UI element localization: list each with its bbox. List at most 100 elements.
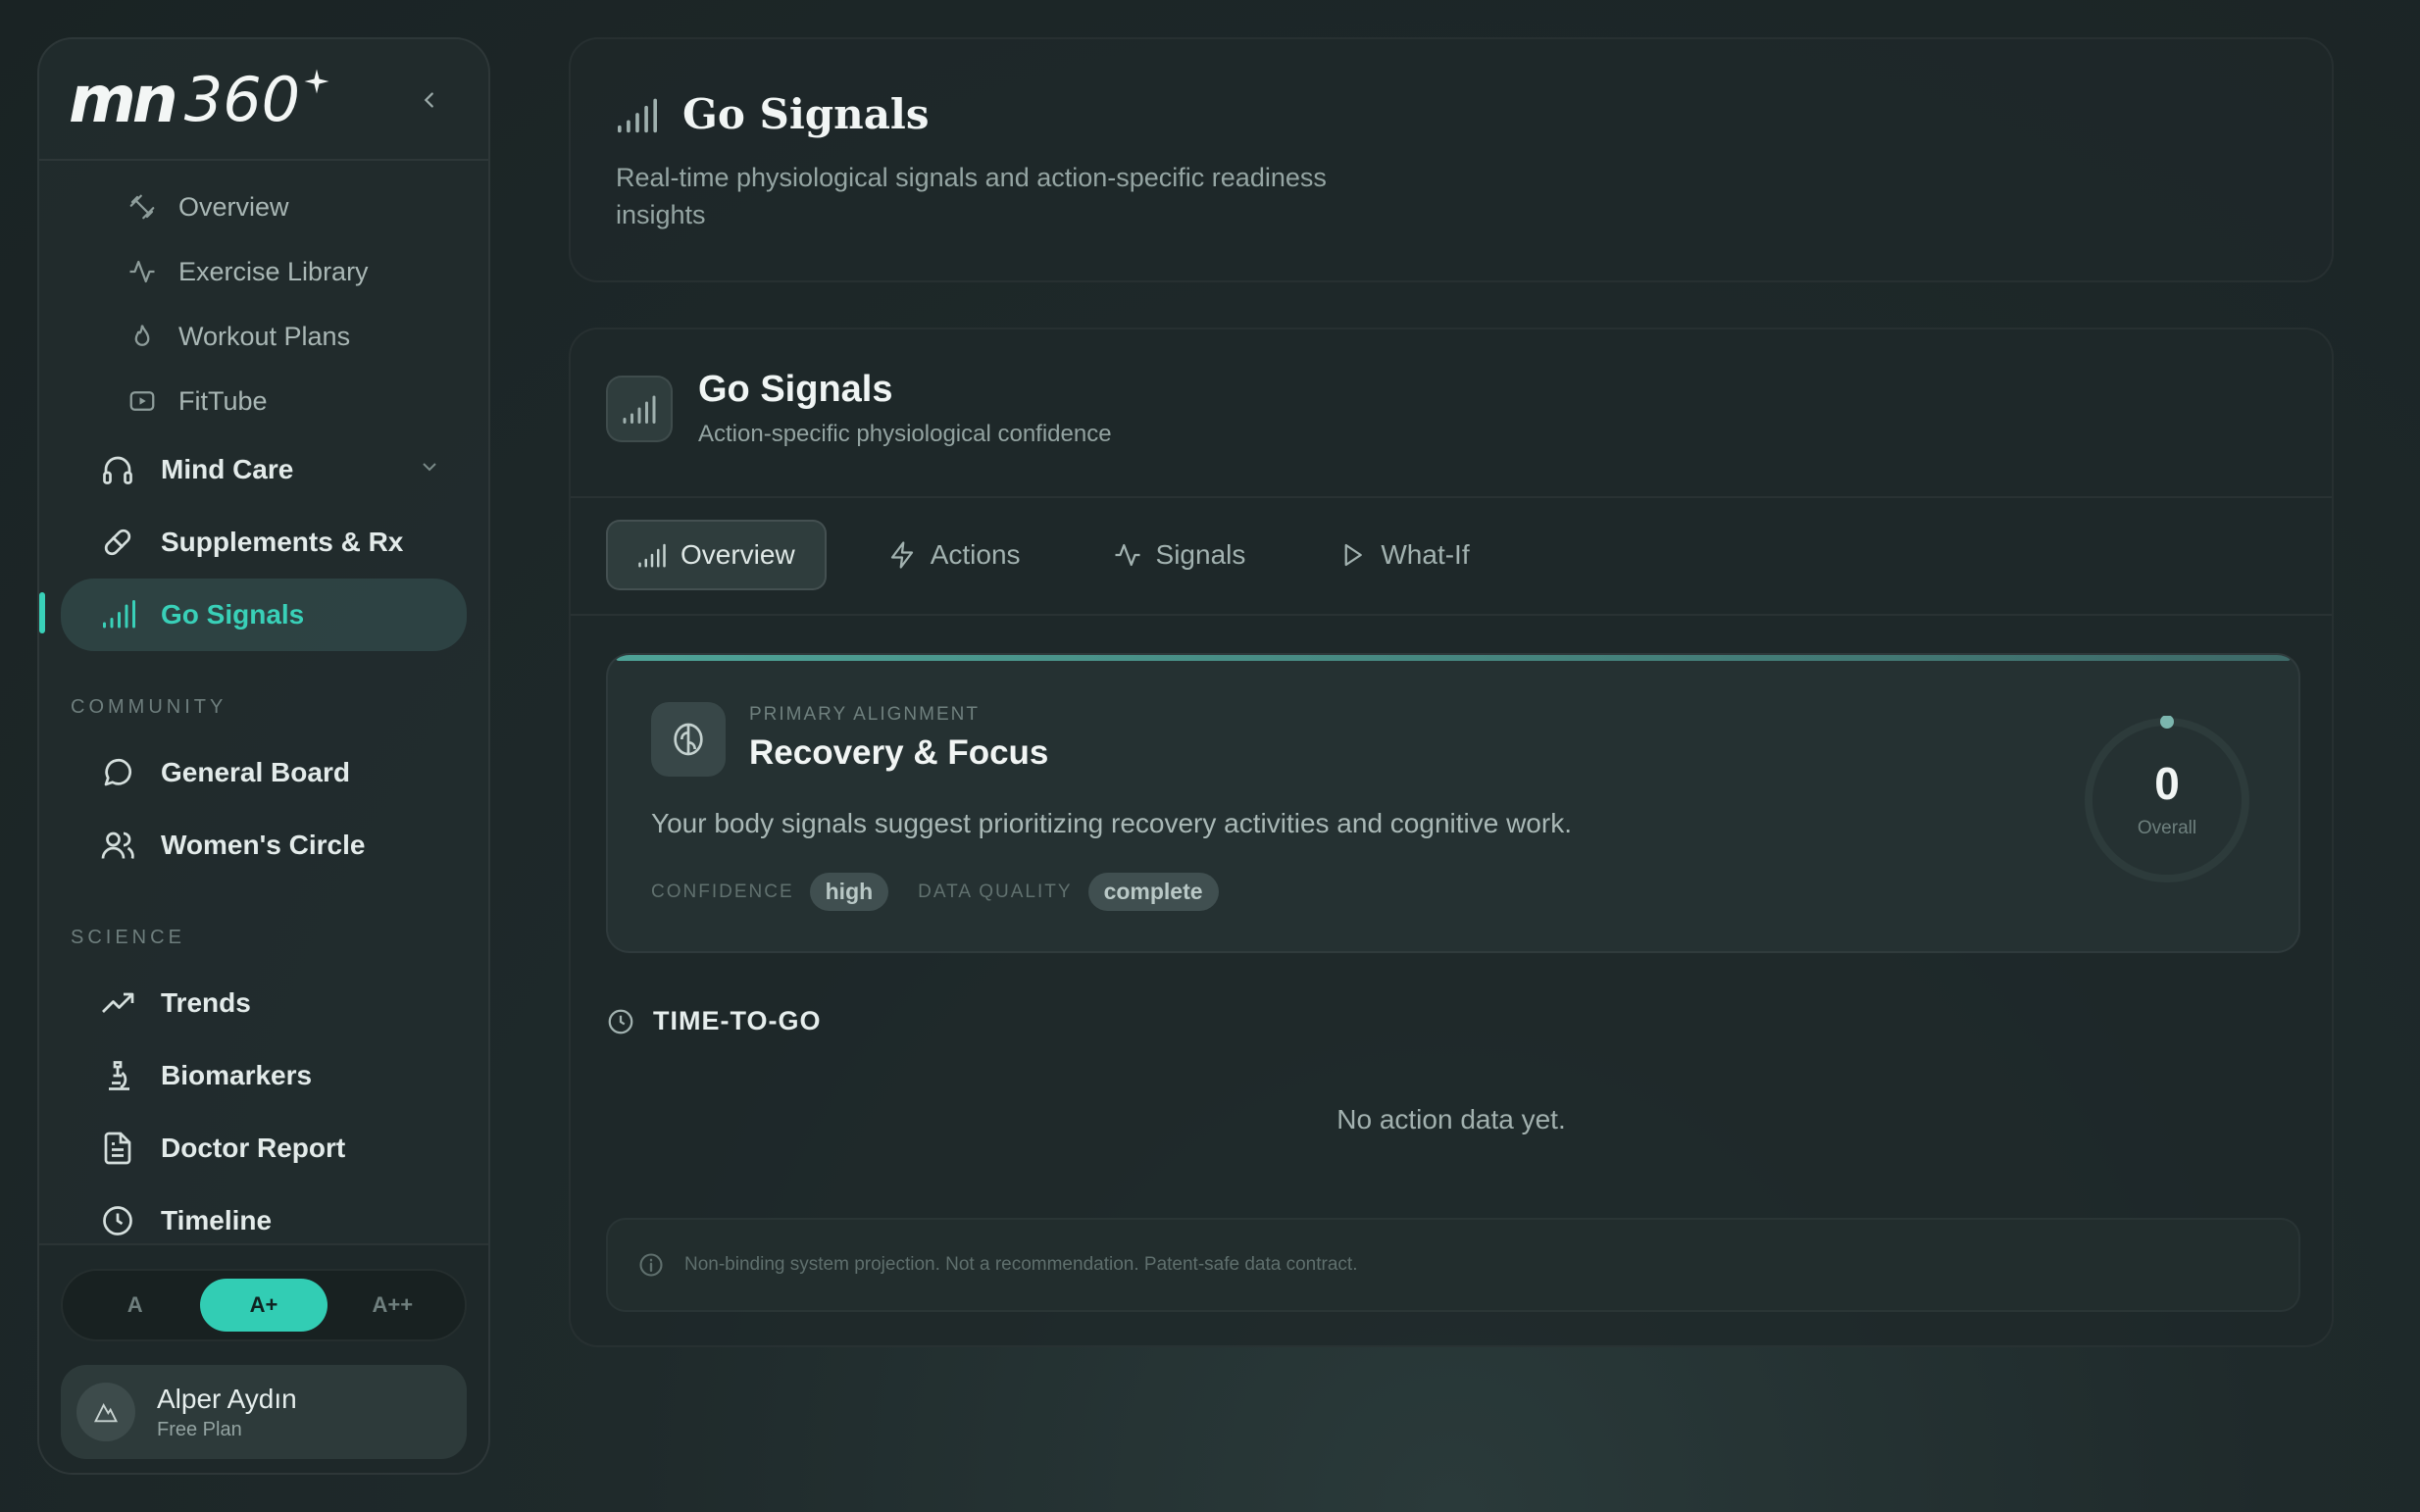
info-icon (639, 1253, 663, 1277)
sidebar-item-label: General Board (161, 757, 350, 787)
text-size-a-plus[interactable]: A+ (199, 1279, 328, 1332)
confidence-badge: high (809, 873, 889, 911)
flame-icon (134, 325, 150, 346)
page-title: Go Signals (682, 90, 930, 138)
brain-icon-box (651, 702, 726, 777)
alignment-label: PRIMARY ALIGNMENT (749, 704, 980, 725)
overall-score-label: Overall (2137, 818, 2197, 838)
sidebar-item-label: Trends (161, 987, 251, 1018)
sidebar-item-label: Timeline (161, 1205, 273, 1235)
logo-mn: mn (69, 61, 178, 137)
microscope-icon (109, 1061, 129, 1090)
sidebar-item-overview[interactable]: Overview (39, 175, 488, 239)
sidebar-item-label: FitTube (178, 385, 268, 416)
sidebar-header: mn 360 (39, 39, 488, 161)
signal-icon (617, 98, 657, 132)
tab-label: Signals (1155, 539, 1246, 570)
sidebar-item-doctor-report[interactable]: Doctor Report (61, 1112, 467, 1184)
go-signals-panel: Go Signals Action-specific physiological… (569, 328, 2334, 1347)
user-plan: Free Plan (157, 1418, 242, 1440)
disclaimer-text: Non-binding system projection. Not a rec… (684, 1254, 1358, 1275)
time-to-go-heading: TIME-TO-GO (606, 1006, 822, 1036)
sidebar-footer: A A+ A++ Alper Aydın Free Plan (39, 1243, 488, 1473)
page-title-row: Go Signals (616, 90, 930, 138)
tab-label: Overview (681, 539, 795, 570)
sidebar-item-label: Mind Care (161, 454, 294, 484)
text-size-a-plus-plus[interactable]: A++ (328, 1279, 456, 1332)
logo-360: 360 (183, 63, 301, 135)
clock-icon (103, 1206, 132, 1235)
alignment-title: Recovery & Focus (749, 733, 1049, 772)
data-quality-badge: complete (1087, 873, 1219, 911)
user-name: Alper Aydın (157, 1383, 297, 1414)
mountain-icon (93, 1403, 119, 1423)
dumbbell-icon (129, 194, 155, 220)
sidebar-item-label: Go Signals (161, 599, 305, 630)
sidebar-item-label: Biomarkers (161, 1060, 313, 1090)
video-icon (129, 391, 155, 411)
sparkle-icon (304, 69, 329, 94)
text-size-a[interactable]: A (72, 1279, 199, 1332)
sidebar-item-go-signals[interactable]: Go Signals (39, 579, 467, 651)
sidebar-item-trends[interactable]: Trends (61, 967, 467, 1039)
signal-icon (623, 395, 656, 424)
overall-score-gauge: 0 Overall (2083, 715, 2251, 884)
accent-bar (616, 655, 2291, 661)
users-icon (101, 832, 134, 859)
brain-icon (674, 723, 703, 756)
sidebar-item-fittube[interactable]: FitTube (39, 369, 488, 433)
sidebar-item-womens-circle[interactable]: Women's Circle (61, 809, 467, 882)
panel-header: Go Signals Action-specific physiological… (606, 369, 1112, 448)
panel-subtitle: Action-specific physiological confidence (698, 421, 1112, 447)
time-to-go-label: TIME-TO-GO (653, 1006, 822, 1035)
panel-title: Go Signals (698, 369, 893, 410)
sidebar-item-biomarkers[interactable]: Biomarkers (61, 1039, 467, 1112)
tab-actions[interactable]: Actions (856, 520, 1052, 590)
chevron-down-icon (423, 463, 436, 472)
collapse-sidebar-button[interactable] (414, 84, 445, 116)
sidebar-item-supplements[interactable]: Supplements & Rx (61, 506, 467, 579)
alignment-description: Your body signals suggest prioritizing r… (651, 808, 1572, 838)
panel-icon-box (606, 375, 673, 442)
sidebar-item-general-board[interactable]: General Board (61, 736, 467, 809)
data-quality-label: DATA QUALITY (918, 881, 1073, 902)
activity-icon (1115, 543, 1140, 567)
play-icon (1345, 543, 1363, 567)
message-circle-icon (104, 758, 132, 786)
sidebar-item-label: Doctor Report (161, 1133, 346, 1163)
sidebar-item-mind-care[interactable]: Mind Care (61, 433, 467, 506)
sidebar-item-label: Workout Plans (178, 321, 351, 351)
user-card[interactable]: Alper Aydın Free Plan (61, 1365, 467, 1459)
page-subtitle: Real-time physiological signals and acti… (616, 163, 1327, 229)
sidebar-item-workout-plans[interactable]: Workout Plans (39, 304, 488, 369)
overall-score: 0 (2154, 758, 2180, 809)
signal-icon (638, 543, 666, 568)
sidebar-item-label: Overview (178, 191, 289, 222)
section-label-community: COMMUNITY (71, 696, 227, 718)
text-size-toggle: A A+ A++ (61, 1269, 467, 1341)
signal-icon (103, 600, 135, 629)
tab-what-if[interactable]: What-If (1306, 520, 1500, 590)
primary-alignment-card: PRIMARY ALIGNMENT Recovery & Focus Your … (606, 653, 2300, 953)
activity-icon (129, 260, 155, 283)
alignment-meta: CONFIDENCE high DATA QUALITY complete (651, 873, 1219, 911)
avatar (76, 1383, 135, 1441)
sidebar: mn 360 Overview Exercise Library Workout… (37, 37, 490, 1475)
tab-label: Actions (930, 539, 1021, 570)
divider (571, 614, 2332, 616)
pill-icon (104, 529, 131, 556)
brand-logo[interactable]: mn 360 (69, 62, 331, 137)
tab-signals[interactable]: Signals (1082, 520, 1278, 590)
divider (571, 496, 2332, 498)
sidebar-item-label: Women's Circle (161, 830, 366, 860)
chevron-left-icon (424, 92, 433, 108)
sidebar-item-label: Supplements & Rx (161, 527, 404, 557)
file-text-icon (104, 1132, 131, 1165)
empty-state-text: No action data yet. (1336, 1104, 1566, 1134)
tab-bar: Overview Actions Signals What-If (606, 520, 1501, 590)
sidebar-item-exercise-library[interactable]: Exercise Library (39, 239, 488, 304)
tab-label: What-If (1381, 539, 1470, 570)
clock-icon (608, 1009, 633, 1033)
section-label-science: SCIENCE (71, 927, 185, 948)
tab-overview[interactable]: Overview (606, 520, 827, 590)
